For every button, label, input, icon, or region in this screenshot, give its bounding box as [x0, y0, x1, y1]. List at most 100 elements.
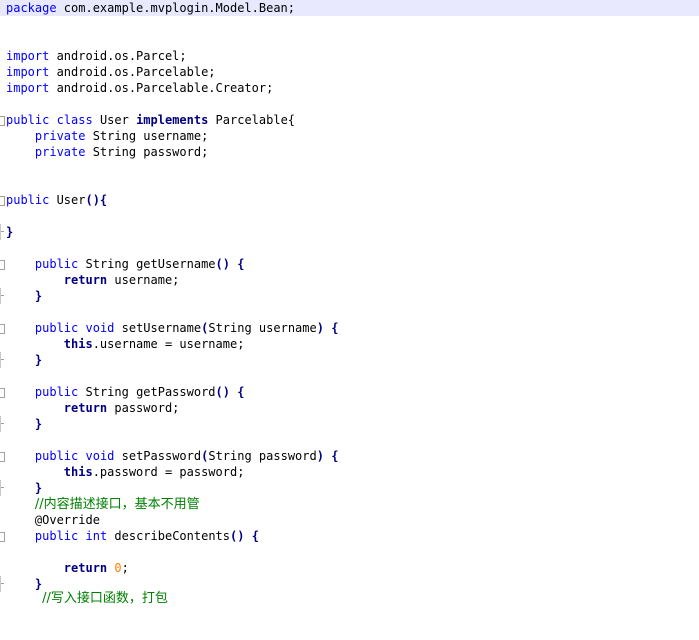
- keyword-public: public: [34, 257, 79, 271]
- keyword-void: void: [85, 449, 115, 463]
- closing-brace: }: [34, 481, 43, 495]
- code-line-override[interactable]: @Override: [0, 512, 699, 528]
- keyword-this: this: [63, 337, 93, 351]
- keyword-return: return: [63, 273, 108, 287]
- class-name: User: [92, 113, 137, 127]
- keyword-import: import: [6, 65, 50, 79]
- package-name: com.example.mvplogin.Model.Bean;: [56, 1, 295, 15]
- keyword-public: public: [6, 113, 50, 127]
- opening-brace: {: [251, 529, 259, 543]
- brackets: (){: [85, 193, 108, 207]
- keyword-implements: implements: [136, 113, 209, 127]
- code-line-constructor-end[interactable]: }: [0, 224, 699, 240]
- parens: (): [215, 385, 230, 399]
- code-line-comment-write[interactable]: //写入接口函数，打包: [0, 590, 699, 606]
- code-line-assign-password[interactable]: this.password = password;: [0, 464, 699, 480]
- field-declaration: String username;: [85, 129, 209, 143]
- closing-brace: }: [6, 225, 14, 239]
- code-line-close[interactable]: }: [0, 288, 699, 304]
- code-line-close[interactable]: }: [0, 416, 699, 432]
- keyword-public: public: [34, 385, 79, 399]
- keyword-int: int: [85, 529, 108, 543]
- keyword-public: public: [34, 321, 79, 335]
- code-line-import-parcelable[interactable]: import android.os.Parcelable;: [0, 64, 699, 80]
- parameter: String password: [208, 449, 317, 463]
- import-path: android.os.Parcelable;: [49, 65, 216, 79]
- code-line-set-username[interactable]: public void setUsername(String username)…: [0, 320, 699, 336]
- parens: (): [215, 257, 230, 271]
- semicolon: ;: [121, 561, 129, 575]
- code-line-import-creator[interactable]: import android.os.Parcelable.Creator;: [0, 80, 699, 96]
- field-declaration: String password;: [85, 145, 209, 159]
- keyword-public: public: [6, 193, 50, 207]
- code-editor[interactable]: package com.example.mvplogin.Model.Bean;…: [0, 0, 699, 610]
- code-line-assign-username[interactable]: this.username = username;: [0, 336, 699, 352]
- keyword-return: return: [63, 401, 108, 415]
- annotation: @Override: [34, 513, 100, 527]
- interface-name: Parcelable{: [208, 113, 296, 127]
- code-line-describe-contents[interactable]: public int describeContents() {: [0, 528, 699, 544]
- opening-brace: {: [331, 449, 339, 463]
- keyword-return: return: [63, 561, 108, 575]
- opening-brace: {: [237, 385, 245, 399]
- keyword-private: private: [34, 129, 86, 143]
- method-signature: String getPassword: [78, 385, 216, 399]
- code-line-get-username[interactable]: public String getUsername() {: [0, 256, 699, 272]
- import-path: android.os.Parcel;: [49, 49, 187, 63]
- opening-brace: {: [331, 321, 339, 335]
- code-line-import-parcel[interactable]: import android.os.Parcel;: [0, 48, 699, 64]
- code-line-constructor[interactable]: public User(){: [0, 192, 699, 208]
- closing-brace: }: [34, 577, 43, 591]
- keyword-import: import: [6, 49, 50, 63]
- code-line-return-username[interactable]: return username;: [0, 272, 699, 288]
- code-line-field-password[interactable]: private String password;: [0, 144, 699, 160]
- assignment: .username = username;: [92, 337, 245, 351]
- code-line-return-zero[interactable]: return 0;: [0, 560, 699, 576]
- assignment: .password = password;: [92, 465, 245, 479]
- code-line-comment-describe[interactable]: //内容描述接口，基本不用管: [0, 496, 699, 512]
- method-name: describeContents: [107, 529, 231, 543]
- keyword-public: public: [34, 529, 79, 543]
- keyword-this: this: [63, 465, 93, 479]
- code-line-get-password[interactable]: public String getPassword() {: [0, 384, 699, 400]
- closing-brace: }: [34, 353, 43, 367]
- code-line-package[interactable]: package com.example.mvplogin.Model.Bean;: [0, 0, 699, 16]
- close-paren: ): [316, 321, 324, 335]
- closing-brace: }: [34, 289, 43, 303]
- code-line-close[interactable]: }: [0, 352, 699, 368]
- keyword-import: import: [6, 81, 50, 95]
- keyword-private: private: [34, 145, 86, 159]
- keyword-class: class: [56, 113, 93, 127]
- closing-brace: }: [34, 417, 43, 431]
- code-comment: //写入接口函数，打包: [42, 591, 168, 606]
- code-line-class-declaration[interactable]: public class User implements Parcelable{: [0, 112, 699, 128]
- code-line-close[interactable]: }: [0, 480, 699, 496]
- return-value: username;: [107, 273, 180, 287]
- method-name: setPassword: [114, 449, 202, 463]
- method-name: setUsername: [114, 321, 202, 335]
- keyword-public: public: [34, 449, 79, 463]
- code-line-set-password[interactable]: public void setPassword(String password)…: [0, 448, 699, 464]
- code-line-return-password[interactable]: return password;: [0, 400, 699, 416]
- parens: (): [230, 529, 245, 543]
- code-line-field-username[interactable]: private String username;: [0, 128, 699, 144]
- return-value: password;: [107, 401, 180, 415]
